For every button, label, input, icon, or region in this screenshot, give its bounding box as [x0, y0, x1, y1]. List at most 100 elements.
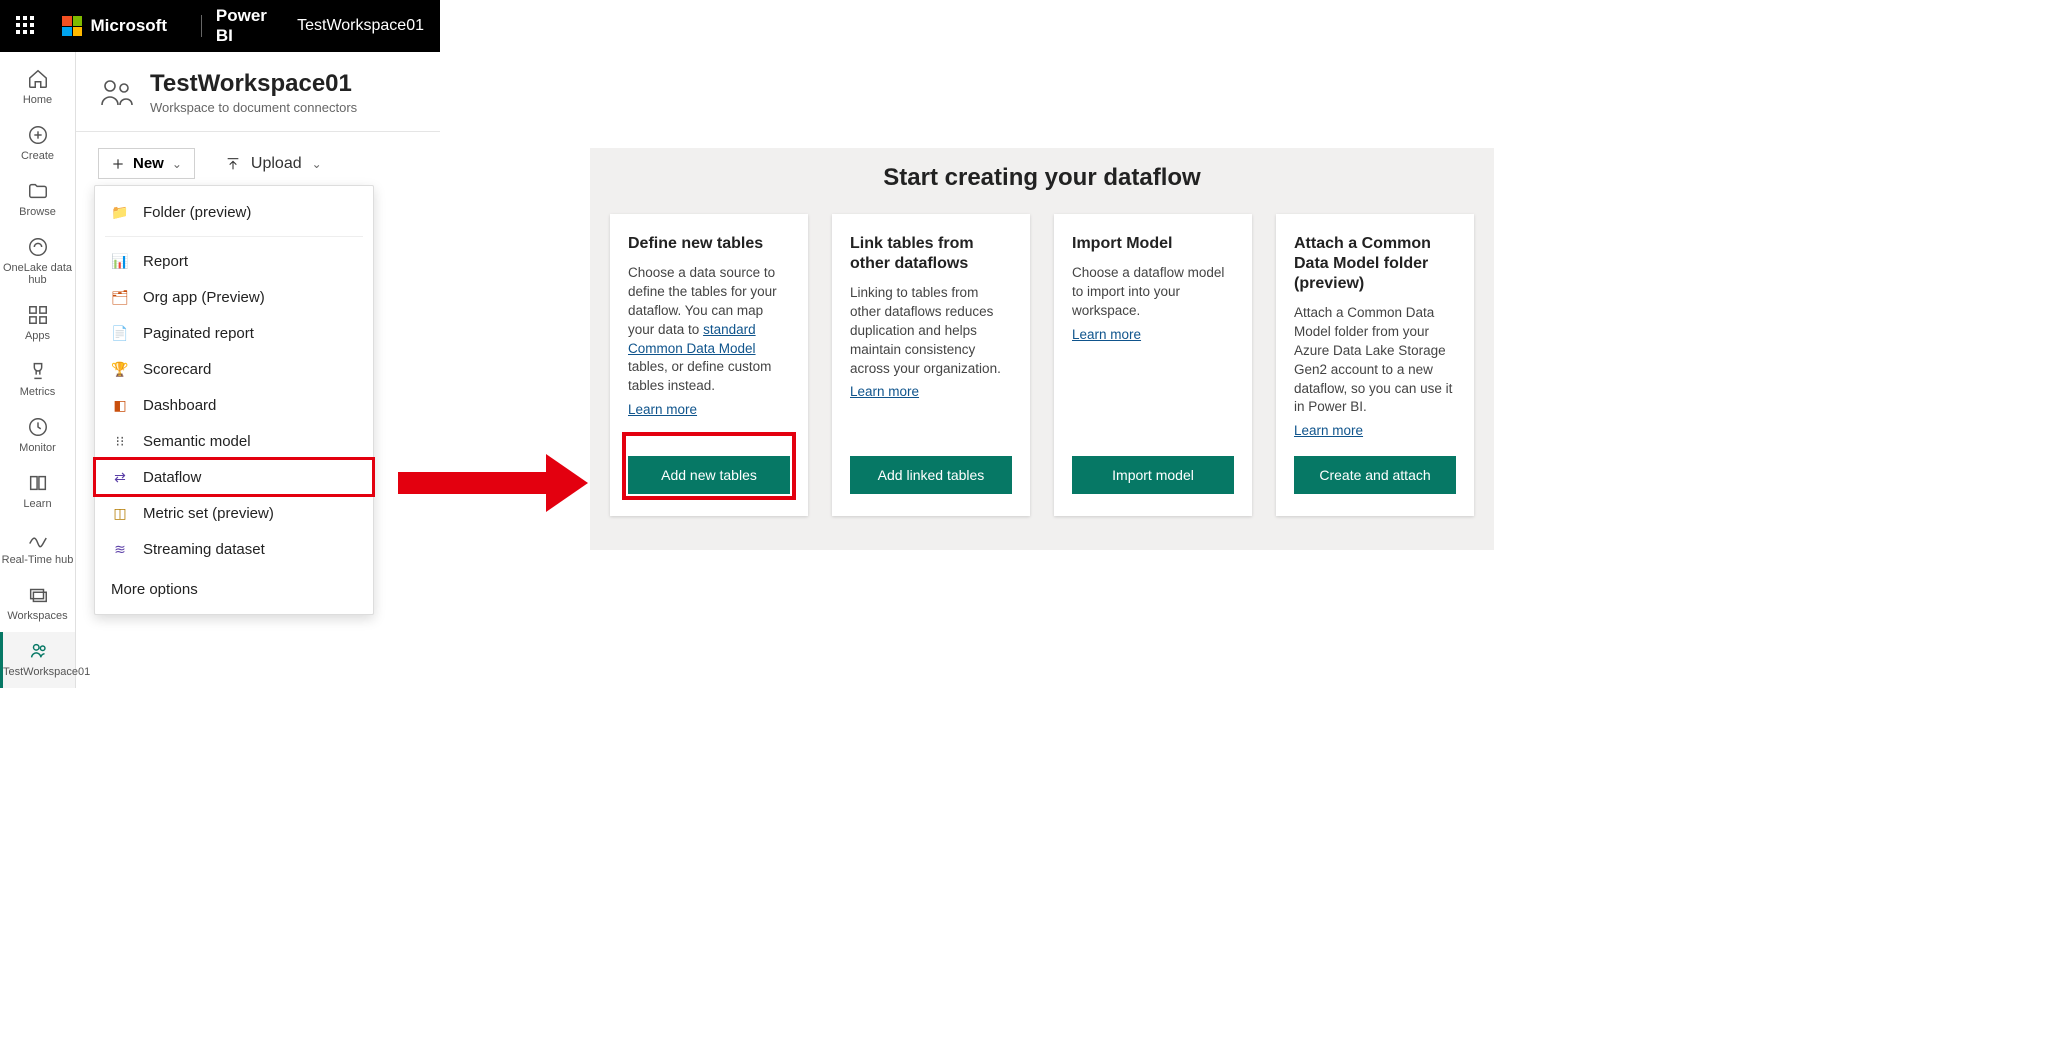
nav-metrics-label: Metrics — [0, 386, 75, 398]
folder-icon: 📁 — [111, 203, 129, 221]
realtime-icon — [27, 528, 49, 550]
menu-streaming-label: Streaming dataset — [143, 541, 265, 558]
metricset-icon: ◫ — [111, 504, 129, 522]
new-menu: 📁 Folder (preview) 📊 Report 🗂 Org app (P… — [94, 185, 374, 615]
nav-learn[interactable]: Learn — [0, 464, 75, 520]
card-body: Linking to tables from other dataflows r… — [850, 284, 1012, 378]
nav-apps-label: Apps — [0, 330, 75, 342]
nav-active-workspace-label: TestWorkspace01 — [3, 666, 75, 678]
scorecard-icon: 🏆 — [111, 360, 129, 378]
product-label: Power BI — [216, 6, 283, 46]
menu-paginated-label: Paginated report — [143, 325, 254, 342]
menu-paginated[interactable]: 📄 Paginated report — [95, 315, 373, 351]
create-and-attach-button[interactable]: Create and attach — [1294, 456, 1456, 494]
folder-icon — [27, 180, 49, 202]
menu-metricset[interactable]: ◫ Metric set (preview) — [95, 495, 373, 531]
card-attach-cdm: Attach a Common Data Model folder (previ… — [1276, 214, 1474, 516]
nav-workspaces-label: Workspaces — [0, 610, 75, 622]
nav-learn-label: Learn — [0, 498, 75, 510]
onelake-icon — [27, 236, 49, 258]
nav-realtime[interactable]: Real-Time hub — [0, 520, 75, 576]
workspace-title: TestWorkspace01 — [150, 70, 357, 98]
nav-workspaces[interactable]: Workspaces — [0, 576, 75, 632]
menu-dashboard-label: Dashboard — [143, 397, 216, 414]
upload-button[interactable]: Upload ⌄ — [225, 155, 322, 173]
apps-icon — [27, 304, 49, 326]
nav-home-label: Home — [0, 94, 75, 106]
book-icon — [27, 472, 49, 494]
app-launcher-icon[interactable] — [16, 16, 34, 36]
card-import-model: Import Model Choose a dataflow model to … — [1054, 214, 1252, 516]
card-body: Attach a Common Data Model folder from y… — [1294, 304, 1456, 417]
menu-streaming[interactable]: ≋ Streaming dataset — [95, 531, 373, 567]
nav-metrics[interactable]: Metrics — [0, 352, 75, 408]
nav-browse-label: Browse — [0, 206, 75, 218]
menu-report-label: Report — [143, 253, 188, 270]
menu-orgapp-label: Org app (Preview) — [143, 289, 265, 306]
nav-onelake-label: OneLake data hub — [0, 262, 75, 286]
panel-title: Start creating your dataflow — [610, 164, 1474, 192]
card-title: Link tables from other dataflows — [850, 234, 1012, 274]
nav-create[interactable]: Create — [0, 116, 75, 172]
dataflow-icon: ⇄ — [111, 468, 129, 486]
dataflow-start-panel: Start creating your dataflow Define new … — [590, 148, 1494, 550]
nav-monitor[interactable]: Monitor — [0, 408, 75, 464]
nav-create-label: Create — [0, 150, 75, 162]
upload-icon — [225, 156, 241, 172]
learn-more-link[interactable]: Learn more — [850, 384, 1012, 399]
nav-home[interactable]: Home — [0, 60, 75, 116]
dashboard-icon: ◧ — [111, 396, 129, 414]
nav-monitor-label: Monitor — [0, 442, 75, 454]
card-title: Define new tables — [628, 234, 790, 254]
menu-metricset-label: Metric set (preview) — [143, 505, 274, 522]
semantic-icon: ⁝⁝ — [111, 432, 129, 450]
menu-orgapp[interactable]: 🗂 Org app (Preview) — [95, 279, 373, 315]
menu-more-options[interactable]: More options — [95, 567, 373, 606]
streaming-icon: ≋ — [111, 540, 129, 558]
orgapp-icon: 🗂 — [111, 288, 129, 306]
menu-semantic-label: Semantic model — [143, 433, 251, 450]
report-icon: 📊 — [111, 252, 129, 270]
header-divider — [201, 15, 202, 37]
nav-browse[interactable]: Browse — [0, 172, 75, 228]
top-header: Microsoft Power BI TestWorkspace01 — [0, 0, 440, 52]
menu-report[interactable]: 📊 Report — [95, 243, 373, 279]
nav-rail: Home Create Browse OneLake data hub Apps… — [0, 52, 76, 688]
nav-realtime-label: Real-Time hub — [0, 554, 75, 566]
workspace-header: TestWorkspace01 Workspace to document co… — [76, 52, 440, 132]
menu-folder[interactable]: 📁 Folder (preview) — [95, 194, 373, 230]
workspace-icon — [28, 640, 50, 662]
microsoft-label: Microsoft — [90, 16, 167, 36]
workspace-header-icon — [98, 77, 138, 109]
chevron-down-icon: ⌄ — [312, 157, 322, 171]
home-icon — [27, 68, 49, 90]
nav-apps[interactable]: Apps — [0, 296, 75, 352]
import-model-button[interactable]: Import model — [1072, 456, 1234, 494]
new-button-label: New — [133, 155, 164, 172]
add-new-tables-button[interactable]: Add new tables — [628, 456, 790, 494]
menu-scorecard[interactable]: 🏆 Scorecard — [95, 351, 373, 387]
learn-more-link[interactable]: Learn more — [1072, 327, 1234, 342]
header-workspace-label: TestWorkspace01 — [297, 17, 424, 35]
card-body: Choose a data source to define the table… — [628, 264, 790, 396]
menu-separator — [105, 236, 363, 237]
learn-more-link[interactable]: Learn more — [628, 402, 790, 417]
learn-more-link[interactable]: Learn more — [1294, 423, 1456, 438]
microsoft-logo: Microsoft — [62, 16, 167, 36]
plus-circle-icon — [27, 124, 49, 146]
card-title: Attach a Common Data Model folder (previ… — [1294, 234, 1456, 294]
menu-scorecard-label: Scorecard — [143, 361, 211, 378]
menu-dataflow[interactable]: ⇄ Dataflow — [95, 459, 373, 495]
upload-button-label: Upload — [251, 155, 302, 173]
plus-icon — [111, 157, 125, 171]
menu-dataflow-label: Dataflow — [143, 469, 201, 486]
paginated-icon: 📄 — [111, 324, 129, 342]
menu-semantic[interactable]: ⁝⁝ Semantic model — [95, 423, 373, 459]
nav-active-workspace[interactable]: TestWorkspace01 — [0, 632, 75, 688]
new-button[interactable]: New ⌄ — [98, 148, 195, 179]
workspaces-icon — [27, 584, 49, 606]
card-body: Choose a dataflow model to import into y… — [1072, 264, 1234, 321]
nav-onelake[interactable]: OneLake data hub — [0, 228, 75, 296]
add-linked-tables-button[interactable]: Add linked tables — [850, 456, 1012, 494]
menu-dashboard[interactable]: ◧ Dashboard — [95, 387, 373, 423]
